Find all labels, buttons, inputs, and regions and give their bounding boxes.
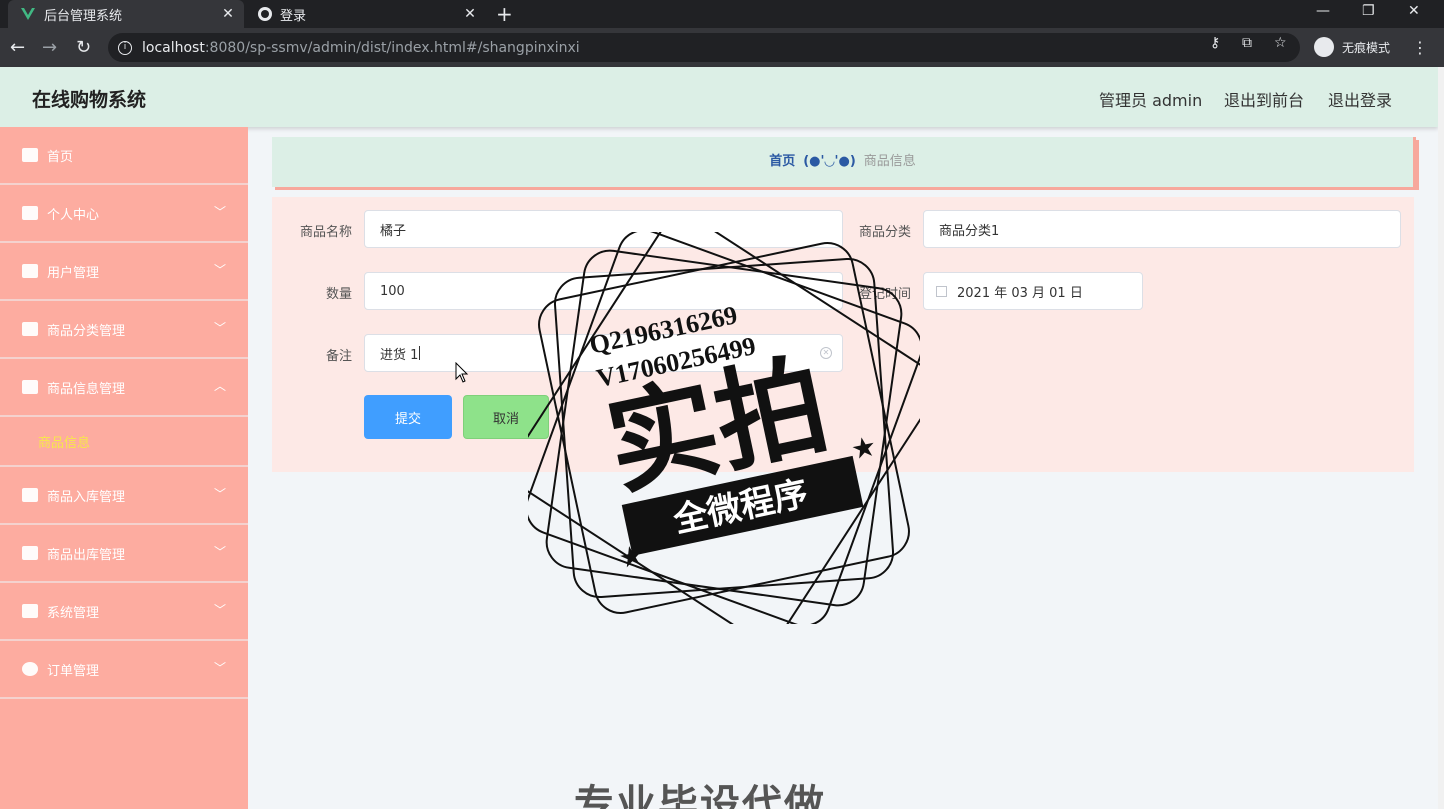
quantity-label: 数量 <box>325 287 352 302</box>
url-host: localhost <box>142 39 205 56</box>
url-field[interactable]: i localhost:8080/sp-ssmv/admin/dist/inde… <box>108 33 1300 62</box>
sidebar-item-home[interactable]: 首页 <box>0 127 248 185</box>
chevron-down-icon: ﹀ <box>213 603 226 617</box>
sidebar-item-label: 商品信息管理 <box>47 381 126 397</box>
chevron-down-icon: ﹀ <box>213 545 226 559</box>
tab-title: 登录 <box>280 8 307 24</box>
window-close-icon[interactable]: ✕ <box>1408 3 1420 19</box>
sidebar-item-users[interactable]: 用户管理 ﹀ <box>0 243 248 301</box>
date-picker[interactable]: 2021 年 03 月 01 日 <box>923 272 1143 310</box>
calendar-icon <box>936 285 947 297</box>
translate-icon[interactable]: ⧉ <box>1242 35 1252 51</box>
mouse-cursor-icon <box>455 362 469 383</box>
back-icon[interactable]: ← <box>10 37 25 58</box>
restore-icon[interactable]: ❐ <box>1362 3 1375 19</box>
minimize-icon[interactable]: — <box>1316 3 1330 19</box>
category-select[interactable]: 商品分类1 <box>923 210 1401 248</box>
to-front-link[interactable]: 退出到前台 <box>1224 87 1304 111</box>
forward-icon[interactable]: → <box>42 37 57 58</box>
sidebar-item-categories[interactable]: 商品分类管理 ﹀ <box>0 301 248 359</box>
sidebar-item-profile[interactable]: 个人中心 ﹀ <box>0 185 248 243</box>
sidebar-item-label: 个人中心 <box>47 207 100 223</box>
vue-icon <box>21 8 35 20</box>
name-label: 商品名称 <box>299 225 352 240</box>
chevron-down-icon: ﹀ <box>213 263 226 277</box>
incognito-icon <box>1314 37 1334 57</box>
sidebar: 首页 个人中心 ﹀ 用户管理 ﹀ 商品分类管理 ﹀ 商品信息管理 ︿ 商品信息 … <box>0 127 248 809</box>
sidebar-item-label: 商品入库管理 <box>47 489 126 505</box>
grid-icon <box>22 322 38 336</box>
home-icon <box>22 148 38 162</box>
key-icon[interactable]: ⚷ <box>1210 35 1220 51</box>
date-value: 2021 年 03 月 01 日 <box>957 285 1083 301</box>
flag-icon <box>22 604 38 618</box>
sidebar-item-system[interactable]: 系统管理 ﹀ <box>0 583 248 641</box>
browser-tab[interactable]: 登录 ✕ <box>250 0 486 28</box>
chevron-up-icon: ︿ <box>213 379 226 393</box>
close-icon[interactable]: ✕ <box>462 6 478 22</box>
close-icon[interactable]: ✕ <box>220 6 236 22</box>
info-icon[interactable]: i <box>118 40 132 55</box>
quantity-value: 100 <box>380 283 405 299</box>
browser-tab-active[interactable]: 后台管理系统 ✕ <box>8 0 244 28</box>
url-path: :8080/sp-ssmv/admin/dist/index.html#/sha… <box>204 39 580 56</box>
app-title: 在线购物系统 <box>32 89 147 111</box>
breadcrumb-current: 商品信息 <box>863 154 916 169</box>
app-header: 在线购物系统 管理员 admin 退出到前台 退出登录 <box>0 67 1438 127</box>
sidebar-item-label: 商品分类管理 <box>47 323 126 339</box>
text-caret <box>419 346 421 360</box>
logout-link[interactable]: 退出登录 <box>1328 87 1392 111</box>
sidebar-item-orders[interactable]: 订单管理 ﹀ <box>0 641 248 699</box>
chevron-down-icon: ﹀ <box>213 661 226 675</box>
new-tab-icon[interactable]: + <box>496 2 513 26</box>
sidebar-item-stock-in[interactable]: 商品入库管理 ﹀ <box>0 467 248 525</box>
incognito-badge[interactable]: 无痕模式 <box>1310 34 1401 60</box>
document-icon <box>22 380 38 394</box>
chevron-down-icon: ﹀ <box>213 205 226 219</box>
ticket-icon <box>22 488 38 502</box>
bottom-watermark: 专业毕设代做 <box>574 782 826 809</box>
sidebar-item-label: 订单管理 <box>47 663 100 679</box>
category-value: 商品分类1 <box>939 223 1000 239</box>
sidebar-subitem-product-info[interactable]: 商品信息 <box>0 417 248 467</box>
person-icon <box>22 546 38 560</box>
sidebar-item-products[interactable]: 商品信息管理 ︿ <box>0 359 248 417</box>
watermark-stamp: Q2196316269 V17060256499 实拍 全微程序 ★ ★ <box>528 232 920 624</box>
sidebar-item-stock-out[interactable]: 商品出库管理 ﹀ <box>0 525 248 583</box>
sidebar-item-label: 商品出库管理 <box>47 547 126 563</box>
reload-icon[interactable]: ↻ <box>76 37 91 58</box>
incognito-label: 无痕模式 <box>1342 40 1391 55</box>
user-label: 管理员 admin <box>1099 91 1203 110</box>
address-bar: ← → ↻ i localhost:8080/sp-ssmv/admin/dis… <box>0 28 1444 67</box>
sidebar-item-label: 用户管理 <box>47 265 100 281</box>
tab-title: 后台管理系统 <box>44 8 123 24</box>
chevron-down-icon: ﹀ <box>213 321 226 335</box>
remark-label: 备注 <box>325 349 352 364</box>
star-icon: ★ <box>848 429 879 466</box>
breadcrumb-home[interactable]: 首页 <box>769 154 795 169</box>
breadcrumb: 首页 (●'◡'●) 商品信息 <box>272 137 1416 187</box>
name-value: 橘子 <box>380 223 407 239</box>
menu-icon[interactable]: ⋮ <box>1412 38 1428 57</box>
browser-tabbar: 后台管理系统 ✕ 登录 ✕ + — ❐ ✕ <box>0 0 1444 28</box>
sidebar-item-label: 首页 <box>47 149 74 165</box>
globe-icon <box>258 7 272 21</box>
chevron-down-icon: ﹀ <box>213 487 226 501</box>
page-scrollbar[interactable] <box>1438 67 1444 809</box>
star-icon[interactable]: ☆ <box>1274 35 1287 51</box>
user-icon <box>22 206 38 220</box>
sidebar-item-label: 系统管理 <box>47 605 100 621</box>
send-icon <box>22 264 38 278</box>
submit-button[interactable]: 提交 <box>364 395 452 439</box>
breadcrumb-separator: (●'◡'●) <box>803 154 856 169</box>
gauge-icon <box>22 662 38 676</box>
remark-value: 进货 1 <box>380 347 419 363</box>
